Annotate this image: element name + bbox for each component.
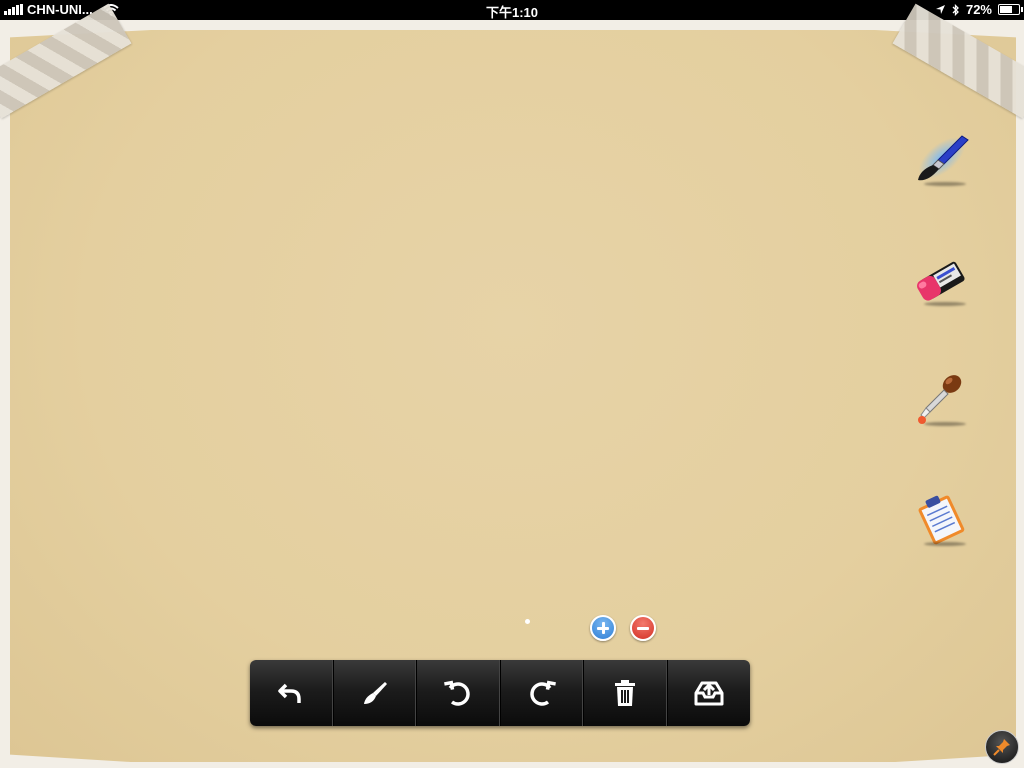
pin-button[interactable]: [985, 730, 1019, 764]
battery-percent: 72%: [965, 2, 992, 17]
notepad-icon: [918, 495, 965, 545]
signal-bars-icon: [4, 4, 23, 15]
notepad-tool[interactable]: [912, 490, 970, 548]
drawing-paper[interactable]: [10, 30, 1016, 762]
dropper-icon: [918, 375, 962, 424]
brush-button[interactable]: [334, 660, 417, 726]
zoom-out-button[interactable]: [630, 615, 656, 641]
redo-icon: [530, 680, 556, 706]
clock: 下午1:10: [485, 5, 539, 20]
plus-circle-icon: [597, 622, 609, 634]
battery-icon: [998, 4, 1023, 15]
location-arrow-icon: [935, 5, 945, 14]
pushpin-icon: [993, 739, 1010, 756]
canvas-area: [0, 3, 1024, 768]
carrier-label: CHN-UNI...: [27, 2, 93, 17]
redo-button[interactable]: [501, 660, 584, 726]
trash-icon: [615, 680, 636, 706]
zoom-in-button[interactable]: [590, 615, 616, 641]
back-button[interactable]: [250, 660, 334, 726]
upload-tray-icon: [694, 681, 724, 706]
paintbrush-icon: [918, 135, 969, 181]
back-arrow-icon: [278, 683, 301, 703]
export-button[interactable]: [668, 660, 751, 726]
status-bar: CHN-UNI... 下午1:10 72%: [0, 0, 1024, 20]
dropper-tool[interactable]: [912, 370, 970, 428]
eraser-icon: [917, 261, 965, 301]
bluetooth-icon: [952, 3, 959, 16]
eraser-tool[interactable]: [912, 250, 970, 308]
page-indicator-dot: [525, 619, 530, 624]
minus-circle-icon: [637, 622, 649, 634]
undo-button[interactable]: [417, 660, 501, 726]
bottom-toolbar: [250, 660, 750, 726]
paintbrush-tool[interactable]: [912, 130, 970, 188]
brush-icon: [363, 682, 387, 704]
delete-button[interactable]: [584, 660, 668, 726]
undo-icon: [444, 680, 470, 706]
